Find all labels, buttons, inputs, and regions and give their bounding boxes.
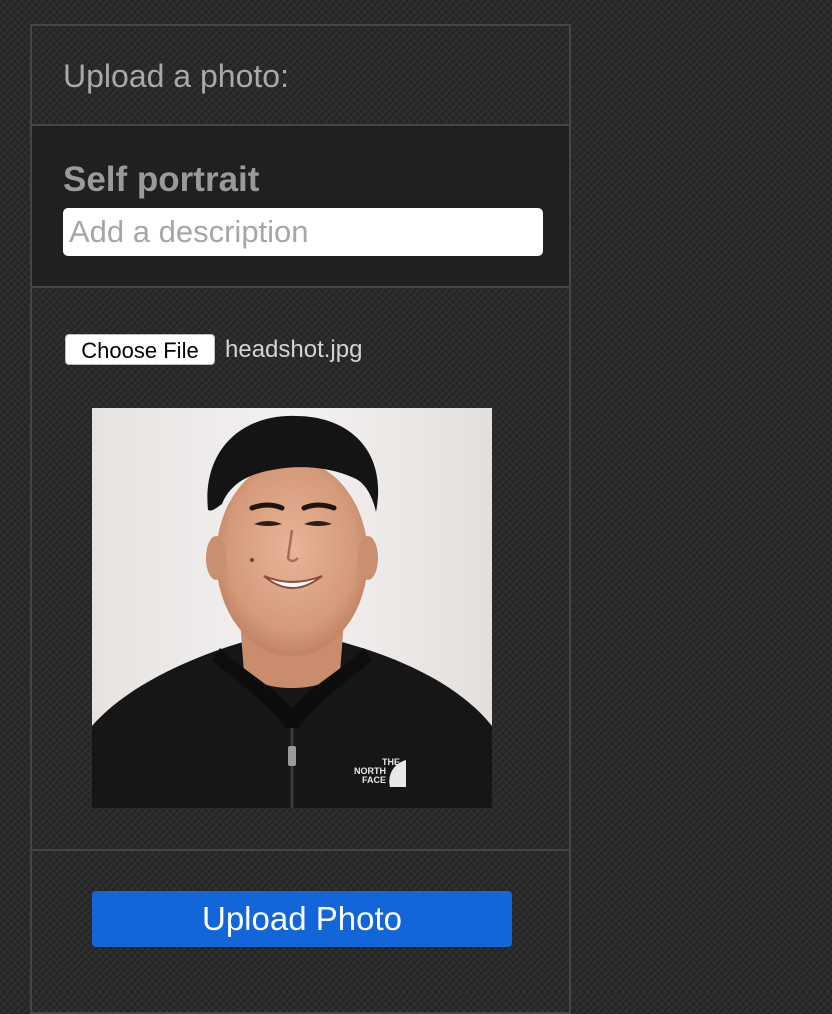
- file-section: Choose File headshot.jpg THE NORTH FACE: [32, 288, 569, 851]
- description-input[interactable]: [63, 208, 543, 256]
- upload-panel: Upload a photo: Self portrait Choose Fil…: [30, 24, 571, 1014]
- photo-title[interactable]: Self portrait: [63, 160, 259, 200]
- svg-text:FACE: FACE: [362, 775, 386, 785]
- panel-header: Upload a photo:: [32, 26, 569, 126]
- header-title: Upload a photo:: [63, 58, 289, 94]
- photo-details-section: Self portrait: [32, 126, 569, 288]
- selected-file-name: headshot.jpg: [225, 335, 363, 363]
- file-picker: Choose File headshot.jpg: [65, 334, 362, 365]
- upload-section: Upload Photo: [32, 851, 569, 1011]
- upload-photo-button[interactable]: Upload Photo: [92, 891, 512, 947]
- choose-file-button[interactable]: Choose File: [65, 334, 215, 365]
- photo-preview: THE NORTH FACE: [92, 408, 492, 808]
- portrait-image: THE NORTH FACE: [92, 408, 492, 808]
